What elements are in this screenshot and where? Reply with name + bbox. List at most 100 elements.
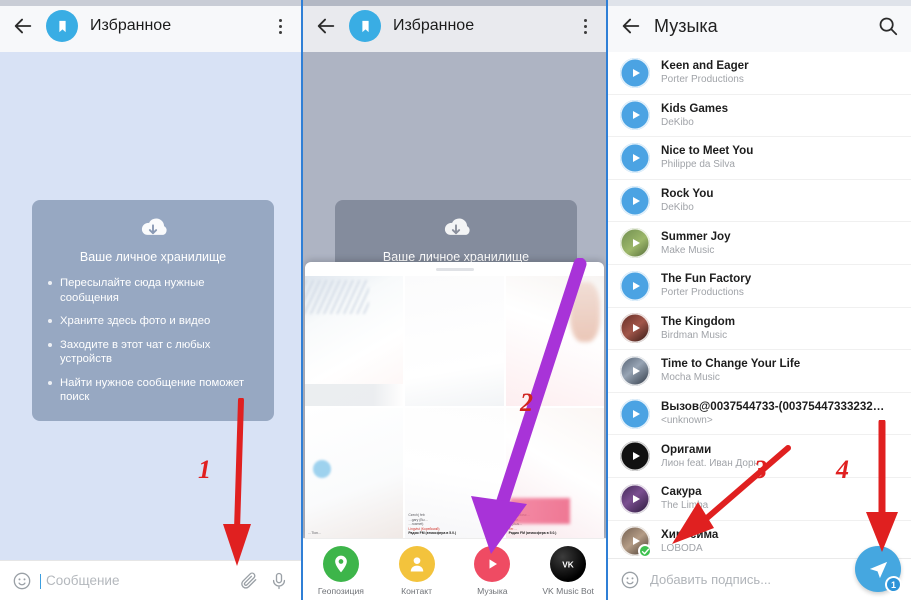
annotation-number-1: 1 — [198, 455, 211, 484]
list-item: Найти нужное сообщение поможет поиск — [46, 376, 260, 405]
arrow-left-icon[interactable] — [12, 15, 34, 37]
status-bar-strip — [0, 0, 301, 6]
table-row[interactable]: Nice to Meet You Philippe da Silva — [608, 137, 911, 180]
play-icon[interactable] — [620, 441, 650, 472]
vk-icon: VK — [550, 545, 587, 582]
photo-thumbnail[interactable] — [405, 276, 504, 406]
smiley-icon[interactable] — [12, 571, 32, 591]
kebab-menu-icon[interactable] — [576, 18, 594, 34]
send-button[interactable]: 1 — [855, 546, 902, 593]
message-input-bar: Сообщение — [0, 560, 301, 600]
play-icon[interactable] — [620, 483, 650, 514]
table-row[interactable]: Rock You DeKibo — [608, 180, 911, 223]
attachment-label: VK Music Bot — [542, 585, 594, 596]
track-title: Вызов@0037544733-(00375447333232… — [661, 400, 885, 414]
geolocation-attachment-button[interactable]: Геопозиция — [306, 545, 376, 596]
annotation-number-3: 3 — [754, 455, 767, 484]
bookmark-icon[interactable] — [349, 10, 381, 42]
play-icon[interactable] — [620, 228, 650, 259]
photo-thumbnail[interactable]: …Tion… — [305, 408, 404, 538]
paperclip-icon[interactable] — [239, 571, 259, 591]
page-title: Музыка — [654, 15, 718, 36]
track-artist: Mocha Music — [661, 372, 720, 384]
thumbnail-caption: Czech( feb …gary (Bu… …roamet) Lingvist … — [408, 513, 457, 536]
play-icon — [474, 545, 511, 582]
track-title: Keen and Eager — [661, 59, 749, 73]
photo-thumbnail[interactable] — [505, 276, 604, 406]
arrow-left-icon[interactable] — [315, 15, 337, 37]
play-icon[interactable] — [620, 57, 650, 88]
track-artist: Лион feat. Иван Дорн — [661, 457, 760, 469]
track-artist: DeKibo — [661, 202, 694, 214]
person-icon — [398, 545, 435, 582]
table-row[interactable]: Keen and Eager Porter Productions — [608, 52, 911, 95]
play-icon[interactable] — [620, 185, 650, 216]
photo-thumbnail[interactable]: Czech( feb …gary (Bu… …roamet) Lingvist … — [405, 408, 504, 538]
table-row[interactable]: The Kingdom Birdman Music — [608, 308, 911, 351]
table-row[interactable]: Summer Joy Make Music — [608, 222, 911, 265]
saved-card-title: Ваше личное хранилище — [79, 250, 227, 264]
search-icon[interactable] — [877, 15, 899, 37]
track-artist: Philippe da Silva — [661, 159, 735, 171]
track-artist: Make Music — [661, 244, 715, 256]
attachment-label: Контакт — [401, 585, 433, 596]
track-title: Оригами — [661, 442, 712, 456]
smiley-icon[interactable] — [620, 570, 640, 590]
play-icon[interactable] — [620, 270, 650, 301]
thumbnail-caption: …Tion… — [308, 531, 322, 536]
track-title: Rock You — [661, 187, 714, 201]
track-title: The Kingdom — [661, 314, 736, 328]
vk-music-bot-button[interactable]: VK VK Music Bot — [533, 545, 603, 596]
photo-thumbnail[interactable]: Mos… …ish (Mosc… …Cze… …(Aus… Ter… Радио… — [505, 408, 604, 538]
kebab-menu-icon[interactable] — [271, 18, 289, 34]
track-artist: The Limba — [661, 500, 709, 512]
table-row[interactable]: Kids Games DeKibo — [608, 95, 911, 138]
play-icon[interactable] — [620, 398, 650, 429]
bookmark-icon[interactable] — [46, 10, 78, 42]
track-title: Kids Games — [661, 101, 729, 115]
track-artist: <unknown> — [661, 415, 713, 427]
caption-input[interactable]: Добавить подпись... — [650, 572, 771, 587]
svg-text:VK: VK — [562, 559, 574, 569]
table-row[interactable]: Вызов@0037544733-(00375447333232… <unkno… — [608, 393, 911, 436]
track-artist: Porter Productions — [661, 287, 744, 299]
play-icon[interactable] — [620, 142, 650, 173]
attachment-options-row: Геопозиция Контакт Музыка VK VK Music Bo… — [303, 538, 606, 600]
attachment-label: Геопозиция — [317, 585, 364, 596]
table-row[interactable]: Time to Change Your Life Mocha Music — [608, 350, 911, 393]
status-badge: 1 — [885, 576, 902, 593]
page-title: Избранное — [90, 17, 172, 34]
send-icon — [869, 561, 887, 578]
chat-background: Ваше личное хранилище Пересылайте сюда н… — [0, 52, 301, 560]
track-title: Nice to Meet You — [661, 144, 754, 158]
thumbnail-caption: Mos… …ish (Mosc… …Cze… …(Aus… Ter… Радио… — [508, 508, 557, 536]
appbar-saved-messages: Избранное — [0, 0, 301, 52]
contact-attachment-button[interactable]: Контакт — [382, 545, 452, 596]
list-item: Заходите в этот чат с любых устройств — [46, 338, 260, 367]
status-bar-strip — [303, 0, 606, 6]
appbar-saved-messages-dimmed: Избранное — [303, 0, 606, 52]
photo-gallery-sheet[interactable]: …Tion… Czech( feb …gary (Bu… …roamet) Li… — [305, 262, 604, 538]
microphone-icon[interactable] — [269, 571, 289, 591]
list-item: Храните здесь фото и видео — [46, 314, 260, 329]
play-icon[interactable] — [620, 313, 650, 344]
cloud-download-icon — [46, 214, 260, 243]
arrow-left-icon[interactable] — [620, 15, 642, 37]
music-attachment-button[interactable]: Музыка — [457, 545, 527, 596]
location-pin-icon — [322, 545, 359, 582]
panel-saved-messages: Избранное Ваше личное хранилище Пересыла… — [0, 0, 303, 600]
saved-card-bullets: Пересылайте сюда нужные сообщения Хранит… — [46, 276, 260, 405]
track-title: Time to Change Your Life — [661, 357, 801, 371]
track-title: Хиросима — [661, 527, 719, 541]
play-icon[interactable] — [620, 355, 650, 386]
status-bar-strip — [608, 0, 911, 6]
cloud-download-icon — [349, 214, 563, 243]
table-row[interactable]: The Fun Factory Porter Productions — [608, 265, 911, 308]
track-title: Сакура — [661, 485, 702, 499]
annotation-number-2: 2 — [520, 388, 533, 417]
sheet-drag-handle[interactable] — [305, 262, 604, 276]
photo-thumbnail[interactable] — [305, 276, 404, 406]
track-artist: Birdman Music — [661, 329, 728, 341]
message-input[interactable]: Сообщение — [40, 573, 229, 589]
play-icon[interactable] — [620, 100, 650, 131]
